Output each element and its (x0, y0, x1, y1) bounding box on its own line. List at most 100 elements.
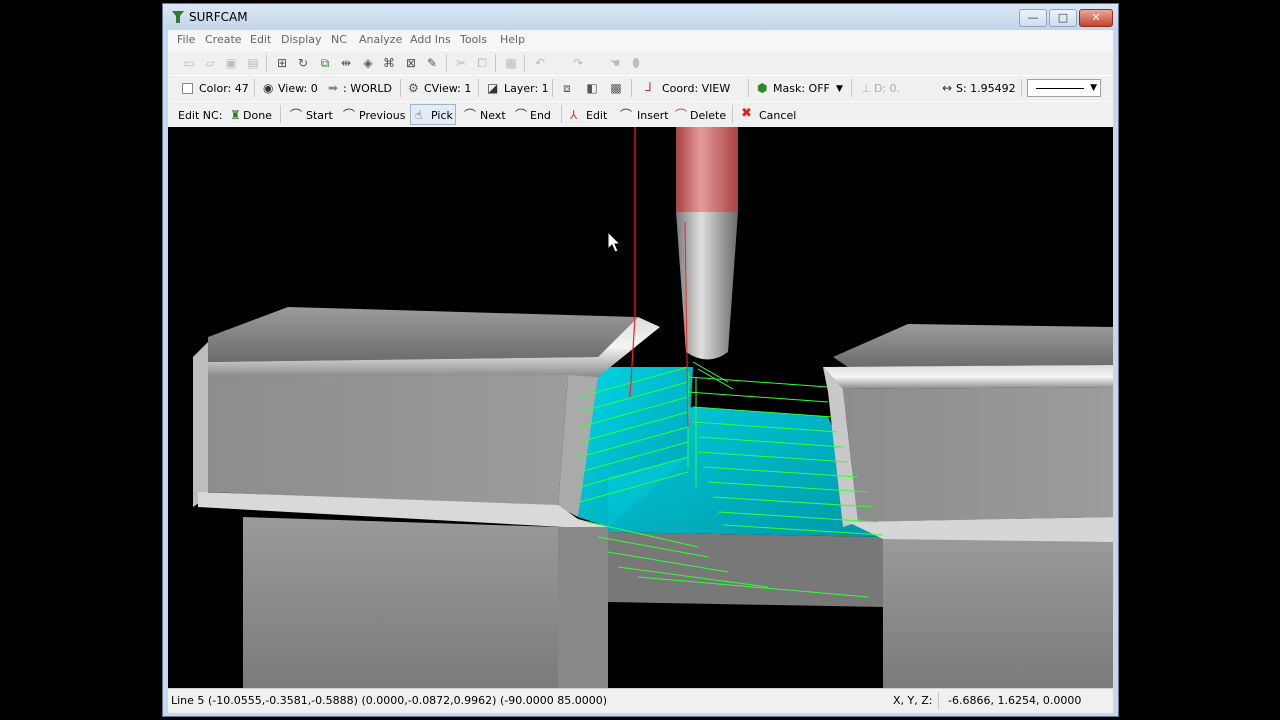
tool-axis-line (629, 127, 636, 398)
menu-bar: File Create Edit Display NC Analyze Add … (168, 30, 1113, 50)
hand-icon[interactable]: ☚ (608, 56, 622, 70)
menu-edit[interactable]: Edit (250, 33, 271, 46)
next-icon: ⌒ (464, 108, 477, 122)
solid-view-icon[interactable]: ◧ (585, 81, 599, 95)
delete-button[interactable]: Delete (690, 109, 726, 122)
cursor-icon[interactable]: ⬮ (629, 56, 643, 70)
world-label[interactable]: : WORLD (343, 82, 392, 95)
new-file-icon[interactable]: ▭ (182, 56, 196, 70)
cam-model-render[interactable] (168, 127, 1113, 692)
cview-label[interactable]: CView: 1 (424, 82, 471, 95)
previous-icon: ⌒ (343, 108, 356, 122)
fit-icon[interactable]: ◈ (361, 56, 375, 70)
zoom-window-icon[interactable]: ⧉ (318, 56, 332, 70)
depth-label: D: 0. (874, 82, 901, 95)
redraw-icon[interactable]: ⌘ (382, 56, 396, 70)
menu-tools[interactable]: Tools (460, 33, 487, 46)
menu-nc[interactable]: NC (331, 33, 347, 46)
color-swatch[interactable] (182, 83, 193, 94)
cview-icon: ⚙ (408, 81, 419, 95)
depth-icon: ⊥ (861, 81, 872, 95)
xyz-label: X, Y, Z: (893, 694, 933, 707)
iso-view-icon[interactable]: ⧈ (560, 81, 574, 95)
right-block-face (843, 387, 1113, 522)
box-view-icon[interactable]: ▩ (609, 81, 623, 95)
menu-file[interactable]: File (177, 33, 195, 46)
status-line: Line 5 (171, 694, 205, 707)
end-icon: ⌒ (515, 108, 528, 122)
menu-create[interactable]: Create (205, 33, 242, 46)
window-client: File Create Edit Display NC Analyze Add … (168, 30, 1113, 713)
copy-icon[interactable]: ⧠ (475, 56, 489, 70)
paste-icon[interactable]: ▦ (504, 56, 518, 70)
save-icon[interactable]: ▣ (224, 56, 238, 70)
color-label[interactable]: Color: 47 (199, 82, 249, 95)
coord-label[interactable]: Coord: VIEW (662, 82, 730, 95)
eye-icon: ◉ (263, 81, 274, 95)
menu-analyze[interactable]: Analyze (359, 33, 402, 46)
eraser-icon[interactable]: ✎ (425, 56, 439, 70)
end-button[interactable]: End (530, 109, 551, 122)
view-label[interactable]: View: 0 (278, 82, 318, 95)
menu-display[interactable]: Display (281, 33, 322, 46)
open-folder-icon[interactable]: ▱ (203, 56, 217, 70)
status-toolbar: Color: 47 ◉ View: 0 ➡ : WORLD ⚙ CView: 1… (168, 75, 1113, 102)
xyz-value: -6.6866, 1.6254, 0.0000 (948, 694, 1082, 707)
print-icon[interactable]: ▤ (246, 56, 260, 70)
mask-icon: ⬢ (757, 81, 768, 95)
window-title: SURFCAM (189, 10, 248, 24)
start-button[interactable]: Start (306, 109, 333, 122)
edit-button[interactable]: Edit (586, 109, 607, 122)
zoom-all-icon[interactable]: ⊞ (275, 56, 289, 70)
status-bar: Line 5 (-10.0555,-0.3581,-0.5888) (0.000… (168, 688, 1113, 713)
title-bar[interactable]: SURFCAM — □ ✕ (163, 4, 1118, 30)
surfcam-window: SURFCAM — □ ✕ File Create Edit Display N… (162, 3, 1119, 717)
edit-nc-title: Edit NC: (178, 109, 223, 122)
cancel-button[interactable]: Cancel (759, 109, 796, 122)
right-block-top (833, 324, 1113, 367)
layer-label[interactable]: Layer: 1 (504, 82, 549, 95)
edit-nc-toolbar: Edit NC: ♜ Done ⌒ Start ⌒ Previous ☝ Pic… (168, 101, 1113, 129)
pick-label: Pick (431, 109, 453, 122)
chevron-down-icon[interactable]: ▼ (836, 83, 843, 95)
insert-button[interactable]: Insert (637, 109, 669, 122)
mouse-cursor-icon (607, 230, 622, 253)
next-button[interactable]: Next (480, 109, 506, 122)
close-button[interactable]: ✕ (1079, 9, 1113, 27)
shade-icon[interactable]: ⊠ (404, 56, 418, 70)
left-block-top (208, 307, 638, 362)
pick-hand-icon: ☝ (415, 108, 423, 122)
status-values: (-10.0555,-0.3581,-0.5888) (0.0000,-0.08… (208, 694, 607, 707)
left-block-face (208, 375, 568, 507)
previous-button[interactable]: Previous (359, 109, 406, 122)
delete-icon: ⌒ (675, 108, 688, 122)
line-style-dropdown[interactable]: ▼ (1027, 79, 1101, 97)
left-block-edge (193, 342, 208, 507)
menu-add-ins[interactable]: Add Ins (410, 33, 451, 46)
graphics-viewport[interactable] (168, 127, 1113, 692)
left-lower-block (243, 517, 558, 692)
axis-icon: ⅃ (645, 80, 652, 94)
minimize-button[interactable]: — (1019, 9, 1047, 27)
left-lower-side (558, 527, 608, 692)
start-icon: ⌒ (290, 108, 303, 122)
cut-icon[interactable]: ✂ (454, 56, 468, 70)
redo-icon[interactable]: ↷ (571, 56, 585, 70)
maximize-button[interactable]: □ (1049, 9, 1077, 27)
pan-icon[interactable]: ⇹ (339, 56, 353, 70)
undo-icon[interactable]: ↶ (533, 56, 547, 70)
standard-toolbar: ▭ ▱ ▣ ▤ ⊞ ↻ ⧉ ⇹ ◈ ⌘ ⊠ ✎ ✂ ⧠ ▦ ↶ ↷ ☚ ⬮ (168, 50, 1113, 76)
pick-button[interactable]: ☝ Pick (410, 104, 456, 125)
rotate-icon[interactable]: ↻ (296, 56, 310, 70)
mask-label[interactable]: Mask: OFF (773, 82, 830, 95)
menu-help[interactable]: Help (500, 33, 525, 46)
done-button[interactable]: Done (243, 109, 272, 122)
step-label[interactable]: S: 1.95492 (956, 82, 1016, 95)
right-lower-block (883, 537, 1113, 692)
layer-icon: ◪ (487, 81, 499, 95)
chevron-down-icon: ▼ (1090, 83, 1097, 93)
cancel-icon: ✖ (741, 106, 752, 121)
surfcam-logo-icon (172, 11, 184, 23)
done-icon: ♜ (230, 108, 241, 122)
tool-holder (676, 127, 738, 212)
